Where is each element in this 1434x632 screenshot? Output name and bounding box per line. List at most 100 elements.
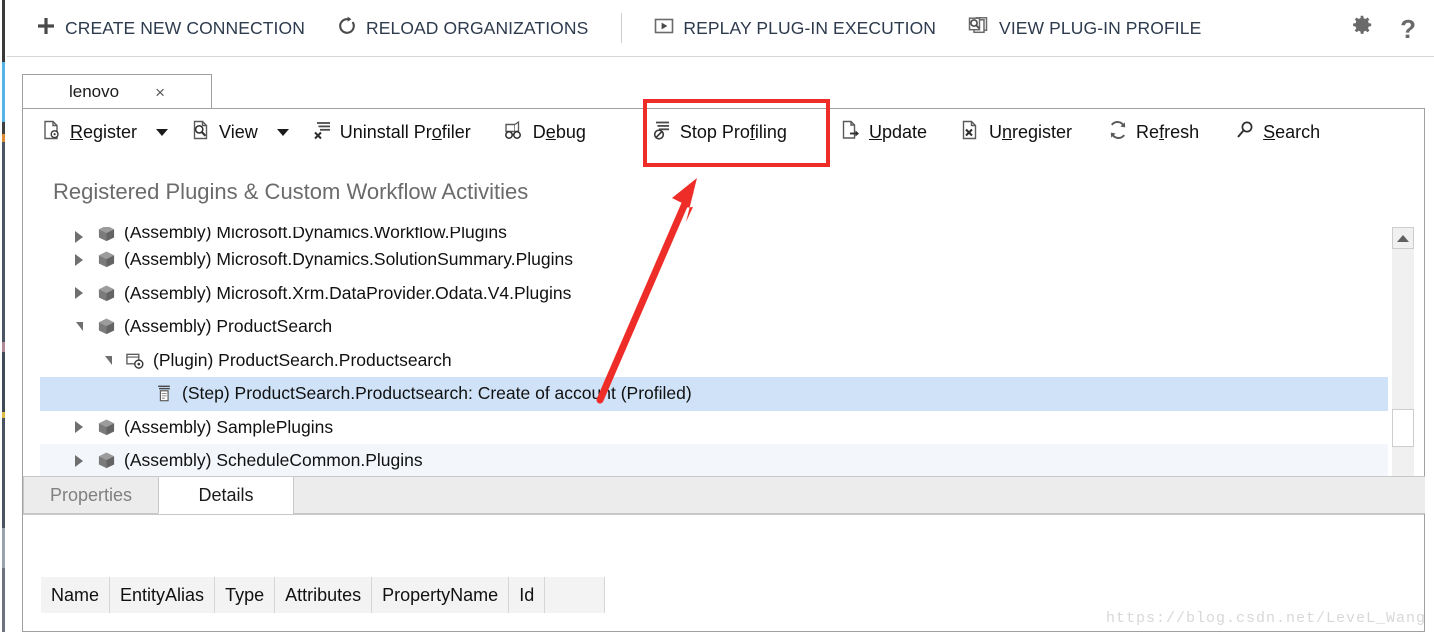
uninstall-profiler-button-label: Uninstall Profiler <box>339 122 471 142</box>
register-icon <box>42 120 62 145</box>
tree-expander-icon[interactable] <box>66 253 92 266</box>
tab-details[interactable]: Details <box>158 476 295 514</box>
scrollbar-thumb[interactable] <box>1392 409 1414 447</box>
plugin-toolbar: Register View Uninstall Profiler Debug S… <box>23 109 1424 157</box>
tree-expander-icon[interactable] <box>66 231 92 243</box>
search-icon <box>1235 120 1255 145</box>
tab-close-icon[interactable]: × <box>155 84 165 101</box>
tree-row-label: (Plugin) ProductSearch.Productsearch <box>153 349 452 370</box>
column-header-type[interactable]: Type <box>215 577 276 613</box>
view-dropdown-caret[interactable] <box>276 129 289 136</box>
tree-row[interactable]: (Assembly) Microsoft.Dynamics.SolutionSu… <box>40 243 1388 277</box>
command-bar-separator <box>621 13 623 43</box>
tree-row[interactable]: (Assembly) Microsoft.Xrm.DataProvider.Od… <box>40 277 1388 311</box>
assembly-icon <box>92 284 120 303</box>
scroll-up-button[interactable] <box>1392 227 1414 249</box>
update-icon <box>841 120 861 145</box>
stop-profiling-button[interactable]: Stop Profiling <box>643 113 796 153</box>
tree-row[interactable]: (Assembly) ProductSearch <box>40 310 1388 344</box>
tree-row-label: (Assembly) SamplePlugins <box>124 416 334 437</box>
column-header-attributes[interactable]: Attributes <box>275 577 373 613</box>
tree-row[interactable]: (Assembly) Microsoft.Dynamics.Workflow.P… <box>40 227 1388 243</box>
tree-expander-icon[interactable] <box>66 287 92 300</box>
detail-tab-strip: Properties Details <box>23 476 1425 515</box>
uninstall-profiler-button[interactable]: Uninstall Profiler <box>303 113 480 153</box>
column-header-name[interactable]: Name <box>41 577 111 613</box>
tree-row-label: (Assembly) ProductSearch <box>124 316 333 337</box>
create-new-connection-label: CREATE NEW CONNECTION <box>65 17 305 38</box>
view-button[interactable]: View <box>182 113 267 153</box>
assembly-icon <box>92 451 120 470</box>
question-mark-icon[interactable]: ? <box>1400 16 1416 42</box>
view-button-label: View <box>219 122 258 142</box>
tab-strip-filler <box>293 476 1425 514</box>
column-header-filler <box>545 577 606 613</box>
tree-row[interactable]: (Plugin) ProductSearch.Productsearch <box>40 344 1388 378</box>
assembly-icon <box>92 317 120 336</box>
tree-expander-icon[interactable] <box>66 322 92 332</box>
tree-row-label: (Assembly) Microsoft.Dynamics.SolutionSu… <box>124 249 573 270</box>
tree-expander-icon[interactable] <box>95 355 121 365</box>
app-window: CREATE NEW CONNECTION RELOAD ORGANIZATIO… <box>0 0 1434 632</box>
column-header-propertyname[interactable]: PropertyName <box>372 577 510 613</box>
reload-organizations-button[interactable]: RELOAD ORGANIZATIONS <box>337 0 588 57</box>
tree-row-label: (Assembly) Microsoft.Dynamics.Workflow.P… <box>124 227 507 242</box>
tree-row[interactable]: (Step) ProductSearch.Productsearch: Crea… <box>40 377 1388 411</box>
stop-profiling-icon <box>652 120 672 145</box>
command-bar-right-group: ? <box>1350 0 1416 57</box>
register-button-label: Register <box>70 122 138 142</box>
tab-lenovo[interactable]: lenovo × <box>22 74 212 109</box>
plus-icon <box>36 16 56 41</box>
column-header-entityalias[interactable]: EntityAlias <box>110 577 216 613</box>
play-box-icon <box>654 16 674 41</box>
refresh-button[interactable]: Refresh <box>1099 113 1208 153</box>
register-button[interactable]: Register <box>33 113 146 153</box>
background-window-sliver <box>0 0 7 632</box>
search-button[interactable]: Search <box>1226 113 1329 153</box>
gear-icon[interactable] <box>1350 14 1374 43</box>
assembly-icon <box>92 227 120 243</box>
replay-plugin-execution-label: REPLAY PLUG-IN EXECUTION <box>683 17 937 38</box>
replay-plugin-execution-button[interactable]: REPLAY PLUG-IN EXECUTION <box>654 0 936 57</box>
tab-lenovo-label: lenovo <box>68 82 120 101</box>
view-plugin-profile-button[interactable]: VIEW PLUG-IN PROFILE <box>968 0 1201 57</box>
update-button[interactable]: Update <box>832 113 936 153</box>
connection-tab-strip: lenovo × <box>22 74 1434 109</box>
refresh-button-label: Refresh <box>1136 122 1200 142</box>
tab-properties-label: Properties <box>49 484 133 505</box>
tree-row-label: (Assembly) Microsoft.Xrm.DataProvider.Od… <box>124 282 572 303</box>
column-header-id[interactable]: Id <box>509 577 546 613</box>
view-icon <box>191 120 211 145</box>
debug-button-label: Debug <box>532 122 586 142</box>
assembly-icon <box>92 418 120 437</box>
uninstall-icon <box>312 120 332 145</box>
register-dropdown-caret[interactable] <box>156 129 169 136</box>
tree-expander-icon[interactable] <box>66 454 92 467</box>
unregister-button[interactable]: Unregister <box>952 113 1081 153</box>
tree-row[interactable]: (Assembly) ScheduleCommon.Plugins <box>40 444 1388 478</box>
reload-organizations-label: RELOAD ORGANIZATIONS <box>365 17 589 38</box>
refresh-icon <box>1108 120 1128 145</box>
tree-row-label: (Assembly) ScheduleCommon.Plugins <box>124 450 423 471</box>
details-grid-header: Name EntityAlias Type Attributes Propert… <box>41 577 606 613</box>
step-icon <box>150 384 178 403</box>
tree-expander-icon[interactable] <box>66 421 92 434</box>
search-button-label: Search <box>1263 122 1321 142</box>
stop-profiling-button-label: Stop Profiling <box>679 122 787 142</box>
tab-properties[interactable]: Properties <box>23 476 160 514</box>
page-title: Registered Plugins & Custom Workflow Act… <box>53 179 529 204</box>
debug-button[interactable]: Debug <box>494 113 595 153</box>
tab-details-label: Details <box>198 484 254 505</box>
tree-row-label: (Step) ProductSearch.Productsearch: Crea… <box>182 383 692 404</box>
unregister-button-label: Unregister <box>989 122 1073 142</box>
plugin-tree[interactable]: (Assembly) Microsoft.Dynamics.Workflow.P… <box>40 227 1388 500</box>
assembly-icon <box>92 250 120 269</box>
command-bar: CREATE NEW CONNECTION RELOAD ORGANIZATIO… <box>7 0 1434 57</box>
debug-icon <box>503 120 525 145</box>
create-new-connection-button[interactable]: CREATE NEW CONNECTION <box>36 0 305 57</box>
update-button-label: Update <box>868 122 927 142</box>
refresh-circle-icon <box>337 16 357 41</box>
unregister-icon <box>961 120 981 145</box>
tree-vertical-scrollbar[interactable] <box>1392 227 1414 500</box>
tree-row[interactable]: (Assembly) SamplePlugins <box>40 411 1388 445</box>
